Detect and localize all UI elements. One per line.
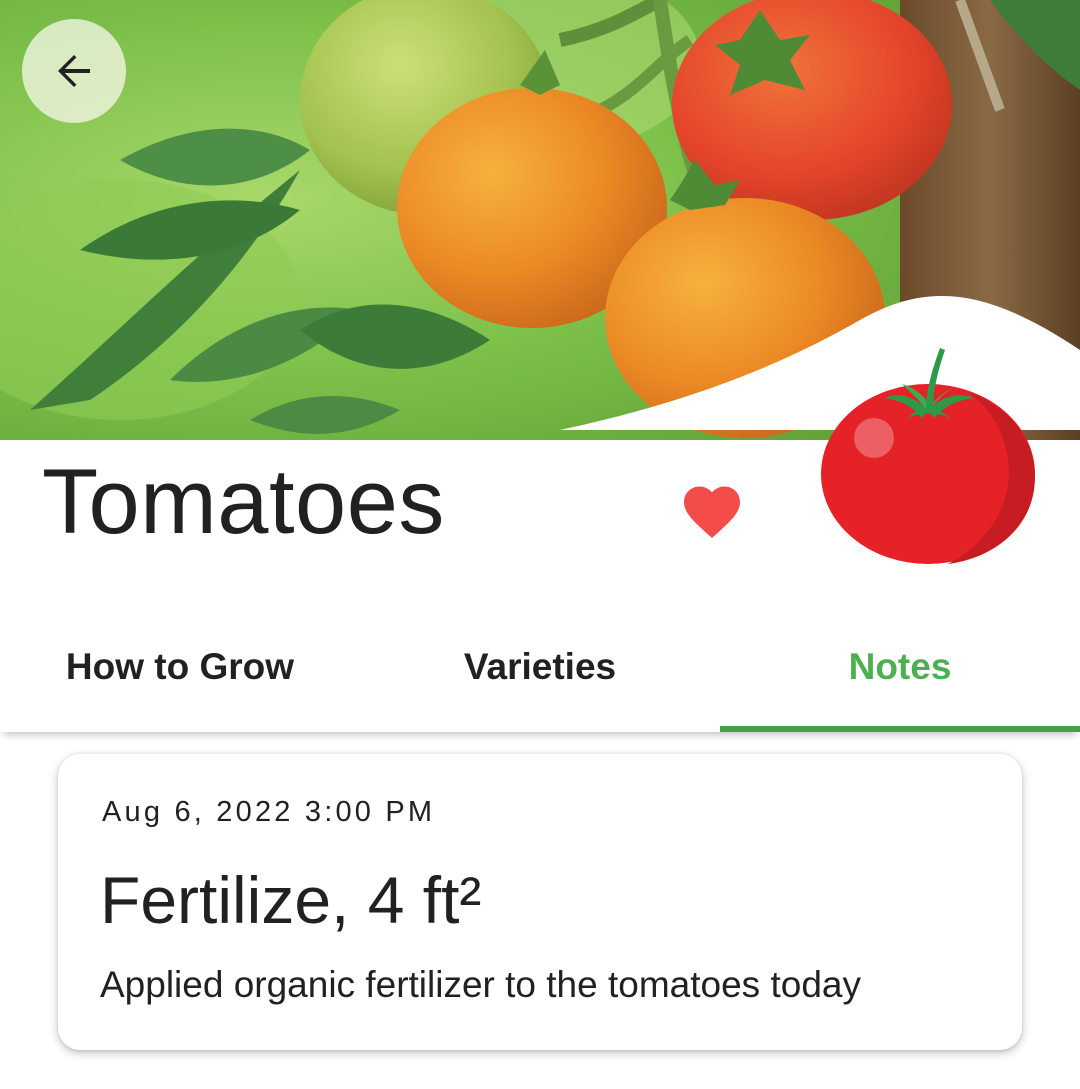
- tab-indicator: [720, 726, 1080, 732]
- tomato-icon: [821, 348, 1035, 564]
- page-title: Tomatoes: [42, 451, 445, 553]
- note-title: Fertilize, 4 ft²: [100, 863, 482, 937]
- tab-how-to-grow[interactable]: How to Grow: [0, 610, 360, 732]
- note-card[interactable]: Aug 6, 2022 3:00 PM Fertilize, 4 ft² App…: [58, 754, 1022, 1050]
- tab-label: Notes: [848, 646, 952, 687]
- note-body: Applied organic fertilizer to the tomato…: [100, 964, 861, 1005]
- tab-label: Varieties: [463, 646, 617, 687]
- tab-bar: How to Grow Varieties Notes: [0, 610, 1080, 732]
- heart-icon: [684, 486, 740, 538]
- arrow-back-icon: [58, 55, 90, 87]
- note-date: Aug 6, 2022 3:00 PM: [102, 796, 436, 828]
- tab-varieties[interactable]: Varieties: [360, 610, 720, 732]
- plant-detail-screen: Tomatoes How to Grow Varieties Notes Aug: [0, 0, 1080, 1089]
- tab-label: How to Grow: [65, 646, 295, 687]
- favorite-button[interactable]: [680, 482, 744, 542]
- tab-notes[interactable]: Notes: [720, 610, 1080, 732]
- back-button[interactable]: [22, 19, 126, 123]
